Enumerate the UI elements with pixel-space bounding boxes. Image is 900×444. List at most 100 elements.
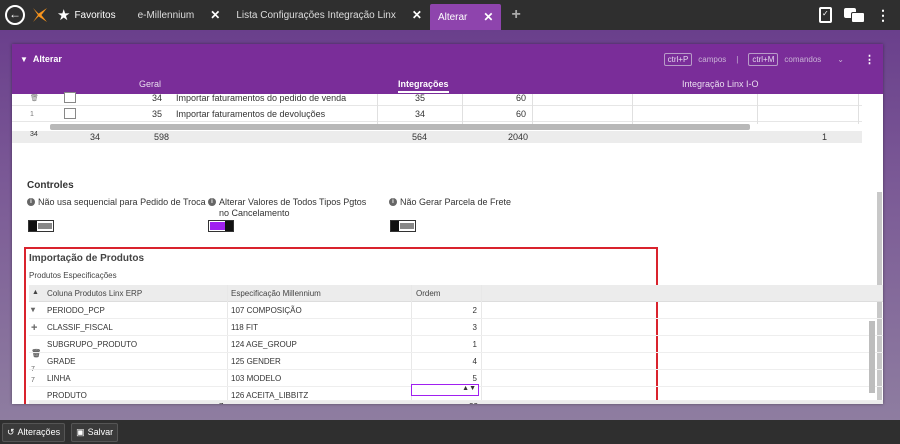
- column-header[interactable]: Coluna Produtos Linx ERP: [47, 289, 142, 298]
- column-divider: [632, 94, 633, 124]
- table-row[interactable]: 35 Importar faturamentos de devoluções 3…: [12, 106, 862, 122]
- shortcut-key: ctrl+P: [663, 52, 693, 66]
- toggle-nao-usa-sequencial[interactable]: [28, 220, 54, 232]
- sort-up-icon[interactable]: ▲: [32, 289, 39, 296]
- tab-integracao-linx-io[interactable]: Integração Linx I-O: [682, 79, 759, 89]
- bottom-bar: ↺ Alterações ▣ Salvar: [0, 420, 900, 444]
- control-label: Não Gerar Parcela de Frete: [400, 197, 512, 207]
- section-title: Importação de Produtos: [29, 253, 145, 264]
- controles-title: Controles: [27, 180, 74, 191]
- chat-icon[interactable]: [844, 8, 865, 23]
- cell-ordem: 3: [472, 323, 477, 332]
- favorites-button[interactable]: ★ Favoritos: [57, 6, 116, 24]
- table-vertical-scrollbar[interactable]: [869, 321, 875, 393]
- horizontal-scrollbar[interactable]: [50, 124, 750, 130]
- column-header[interactable]: Ordem: [416, 289, 440, 298]
- column-divider: [532, 94, 533, 124]
- column-header[interactable]: Especificação Millennium: [231, 289, 321, 298]
- table-row[interactable]: PERIODO_PCP 107 COMPOSIÇÃO 2: [29, 302, 883, 319]
- history-icon: ↺: [7, 426, 15, 437]
- tab-e-millennium[interactable]: e-Millennium ✕: [130, 0, 229, 30]
- footer-sum: 22: [469, 402, 478, 404]
- back-arrow-icon[interactable]: ←: [5, 5, 25, 25]
- top-bar: ← ★ Favoritos e-Millennium ✕ Lista Confi…: [0, 0, 900, 30]
- cell-ordem: 1: [472, 340, 477, 349]
- table-row[interactable]: GRADE 125 GENDER 4: [29, 353, 883, 370]
- cell-coluna: GRADE: [47, 357, 76, 366]
- spinner-icon[interactable]: ▲▼: [462, 385, 476, 392]
- toggle-track: [210, 222, 225, 230]
- shortcut-label[interactable]: campos: [698, 55, 726, 64]
- row-value-a: 35: [415, 92, 426, 103]
- row-value-b: 60: [516, 108, 527, 119]
- cell-especificacao: 107 COMPOSIÇÃO: [231, 306, 302, 315]
- row-value-a: 34: [415, 108, 426, 119]
- control-label: Não usa sequencial para Pedido de Troca: [38, 197, 206, 207]
- more-vertical-icon[interactable]: ⋮: [876, 7, 890, 24]
- cell-coluna: CLASSIF_FISCAL: [47, 323, 113, 332]
- save-label: Salvar: [87, 427, 114, 437]
- section-subtitle: Produtos Especificações: [29, 271, 117, 280]
- save-icon: ▣: [76, 426, 85, 437]
- column-divider: [377, 94, 378, 124]
- table-row[interactable]: CLASSIF_FISCAL 118 FIT 3: [29, 319, 883, 336]
- save-button[interactable]: ▣ Salvar: [71, 422, 119, 442]
- collapse-caret-icon[interactable]: ▼: [20, 55, 28, 64]
- tab-label: e-Millennium: [137, 9, 195, 21]
- integracoes-grid: 🗑 1 34 Importar faturamentos do pedido d…: [12, 92, 883, 143]
- toggle-nao-gerar-parcela[interactable]: [390, 220, 416, 232]
- cell-coluna: LINHA: [47, 374, 71, 383]
- close-icon[interactable]: ✕: [483, 10, 493, 24]
- info-icon: i: [27, 198, 35, 206]
- alteracoes-button[interactable]: ↺ Alterações: [2, 422, 66, 442]
- tab-alterar[interactable]: Alterar ✕: [429, 4, 502, 30]
- row-number: 34: [152, 92, 163, 103]
- shortcut-label[interactable]: comandos: [784, 55, 821, 64]
- close-icon[interactable]: ✕: [412, 8, 422, 22]
- footer-cell: 2040: [508, 132, 529, 142]
- column-divider: [462, 94, 463, 124]
- add-tab-icon[interactable]: +: [511, 6, 520, 24]
- panel-title: Alterar: [32, 54, 62, 64]
- cell-ordem: 4: [472, 357, 477, 366]
- app-logo-icon: [31, 6, 49, 24]
- row-number: 35: [152, 108, 163, 119]
- row-description: Importar faturamentos do pedido de venda: [176, 92, 347, 103]
- footer-cell: 34: [90, 132, 101, 142]
- chevron-down-icon[interactable]: ⌄: [837, 55, 844, 64]
- cell-coluna: PRODUTO: [47, 391, 87, 400]
- cell-especificacao: 103 MODELO: [231, 374, 282, 383]
- control-item: i Alterar Valores de Todos Tipos Pgtos n…: [208, 197, 378, 219]
- workspace-frame: ▼ Alterar ctrl+P campos | ctrl+M comando…: [0, 30, 900, 420]
- column-divider: [858, 94, 859, 124]
- table-row[interactable]: 34 Importar faturamentos do pedido de ve…: [12, 90, 862, 106]
- more-vertical-icon[interactable]: ⋮: [864, 53, 875, 66]
- footer-cell: 564: [412, 132, 428, 142]
- cell-ordem: 5: [472, 374, 477, 383]
- row-checkbox[interactable]: [64, 108, 76, 119]
- toggle-knob: [391, 221, 399, 231]
- toggle-knob: [29, 221, 37, 231]
- grid-footer: 34 34 598 564 2040 1: [12, 131, 862, 143]
- tab-lista-configuracoes[interactable]: Lista Configurações Integração Linx ✕: [228, 0, 430, 30]
- clipboard-check-icon[interactable]: [819, 7, 832, 23]
- ordem-edit-input[interactable]: ▲▼: [411, 384, 479, 396]
- row-value-b: 60: [516, 92, 527, 103]
- cell-especificacao: 118 FIT: [231, 323, 258, 332]
- alteracoes-label: Alterações: [17, 427, 61, 437]
- tab-geral[interactable]: Geral: [139, 79, 161, 89]
- footer-count: 7: [219, 402, 223, 404]
- table-header: ▲ Coluna Produtos Linx ERP Especificação…: [29, 285, 883, 302]
- footer-cell: 1: [822, 132, 828, 142]
- info-icon: i: [389, 198, 397, 206]
- separator: |: [736, 54, 739, 64]
- footer-left: 34: [30, 131, 38, 138]
- tab-label: Lista Configurações Integração Linx: [236, 9, 396, 21]
- close-icon[interactable]: ✕: [210, 8, 220, 22]
- control-label: Alterar Valores de Todos Tipos Pgtos no …: [219, 197, 367, 218]
- row-checkbox[interactable]: [64, 92, 76, 103]
- cell-coluna: PERIODO_PCP: [47, 306, 105, 315]
- toggle-track: [38, 223, 52, 229]
- table-row[interactable]: SUBGRUPO_PRODUTO 124 AGE_GROUP 1: [29, 336, 883, 353]
- toggle-alterar-valores[interactable]: [208, 220, 234, 232]
